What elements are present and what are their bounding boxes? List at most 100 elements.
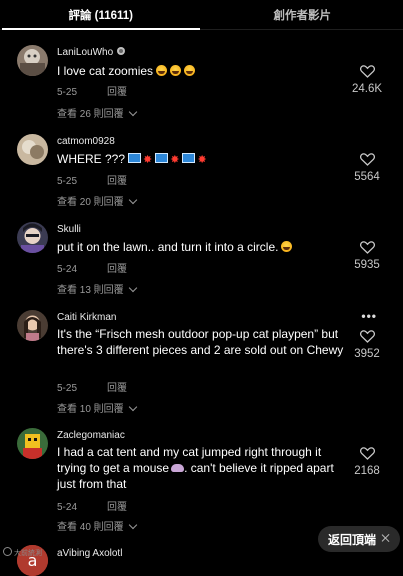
comment-date: 5-24 — [57, 502, 77, 513]
mouse-icon — [171, 464, 184, 472]
like-button[interactable]: 2168 — [347, 447, 387, 477]
avatar-image — [17, 45, 48, 76]
active-tab-indicator — [2, 28, 200, 30]
heart-icon — [360, 65, 375, 78]
comment-meta: 5-25 回覆 — [57, 172, 127, 187]
grinning-face-icon — [281, 241, 292, 252]
comment-username[interactable]: Zaclegomaniac — [57, 430, 125, 441]
like-button[interactable]: 24.6K — [347, 65, 387, 95]
username-text: Zaclegomaniac — [57, 430, 125, 441]
watermark: 大前統測 — [3, 547, 42, 558]
flag-icon — [182, 153, 195, 163]
like-button[interactable]: 5564 — [347, 153, 387, 183]
reply-button[interactable]: 回覆 — [107, 502, 127, 513]
comment-date: 5-25 — [57, 383, 77, 394]
view-replies-label: 查看 10 則回覆 — [57, 404, 124, 415]
view-replies-button[interactable]: 查看 20 則回覆 — [57, 193, 136, 208]
comment-text-body: WHERE ??? — [57, 152, 125, 166]
comment-date: 5-25 — [57, 176, 77, 187]
burst-icon: ✸ — [170, 152, 179, 168]
reply-button[interactable]: 回覆 — [107, 87, 127, 98]
comment-tabs: 評論 (11611) 創作者影片 — [0, 0, 403, 30]
like-count: 3952 — [347, 348, 387, 360]
view-replies-button[interactable]: 查看 26 則回覆 — [57, 105, 136, 120]
back-to-top-button[interactable]: 返回頂端 — [318, 526, 400, 552]
comment-meta: 5-25 回覆 — [57, 83, 127, 98]
tab-creator-videos[interactable]: 創作者影片 — [202, 0, 403, 29]
comment-meta: 5-25 回覆 — [57, 379, 127, 394]
like-count: 24.6K — [347, 83, 387, 95]
comment-username[interactable]: LaniLouWho — [57, 47, 125, 58]
watermark-text: 大前統測 — [14, 550, 42, 557]
comment-username[interactable]: Skulli — [57, 224, 81, 235]
burst-icon: ✸ — [197, 152, 206, 168]
view-replies-button[interactable]: 查看 10 則回覆 — [57, 400, 136, 415]
username-text: Caiti Kirkman — [57, 312, 116, 323]
tab-creator-videos-label: 創作者影片 — [274, 7, 332, 23]
flag-icon — [155, 153, 168, 163]
grinning-face-icon — [156, 65, 167, 76]
avatar-image — [17, 310, 48, 341]
username-text: aVibing Axolotl — [57, 548, 122, 559]
flag-icon — [128, 153, 141, 163]
view-replies-label: 查看 26 則回覆 — [57, 109, 124, 120]
comment-text-body: I love cat zoomies — [57, 64, 153, 78]
badge-icon — [117, 47, 125, 55]
more-options-icon[interactable]: ••• — [361, 309, 377, 323]
comment-meta: 5-24 回覆 — [57, 260, 127, 275]
heart-icon — [360, 330, 375, 343]
view-replies-label: 查看 13 則回覆 — [57, 285, 124, 296]
grinning-face-icon — [170, 65, 181, 76]
comment-text-body: It's the “Frisch mesh outdoor pop-up cat… — [57, 327, 343, 357]
grinning-face-icon — [184, 65, 195, 76]
close-icon[interactable] — [382, 534, 390, 542]
chevron-down-icon — [128, 284, 136, 292]
like-button[interactable]: 5935 — [347, 241, 387, 271]
comment-text: put it on the lawn.. and turn it into a … — [57, 239, 292, 255]
chevron-down-icon — [128, 196, 136, 204]
like-button[interactable]: 3952 — [347, 330, 387, 360]
burst-icon: ✸ — [143, 152, 152, 168]
like-count: 2168 — [347, 465, 387, 477]
like-count: 5564 — [347, 171, 387, 183]
back-to-top-label: 返回頂端 — [328, 531, 376, 548]
view-replies-label: 查看 20 則回覆 — [57, 197, 124, 208]
like-count: 5935 — [347, 259, 387, 271]
username-text: Skulli — [57, 224, 81, 235]
avatar[interactable] — [17, 428, 48, 459]
reply-button[interactable]: 回覆 — [107, 176, 127, 187]
tab-comments[interactable]: 評論 (11611) — [0, 0, 202, 29]
avatar-image — [17, 134, 48, 165]
reply-button[interactable]: 回覆 — [107, 264, 127, 275]
comment-date: 5-24 — [57, 264, 77, 275]
avatar[interactable] — [17, 134, 48, 165]
view-replies-button[interactable]: 查看 13 則回覆 — [57, 281, 136, 296]
reply-button[interactable]: 回覆 — [107, 383, 127, 394]
heart-icon — [360, 241, 375, 254]
comment-username[interactable]: aVibing Axolotl — [57, 548, 122, 559]
avatar-image — [17, 428, 48, 459]
avatar[interactable] — [17, 222, 48, 253]
username-text: LaniLouWho — [57, 47, 113, 58]
username-text: catmom0928 — [57, 136, 115, 147]
comment-meta: 5-24 回覆 — [57, 498, 127, 513]
tab-comments-label: 評論 (11611) — [68, 7, 133, 23]
comment-text: I love cat zoomies — [57, 63, 195, 79]
heart-icon — [360, 447, 375, 460]
avatar[interactable] — [17, 310, 48, 341]
comment-username[interactable]: Caiti Kirkman — [57, 312, 116, 323]
comment-text: I had a cat tent and my cat jumped right… — [57, 444, 349, 492]
comment-date: 5-25 — [57, 87, 77, 98]
comment-text-body: put it on the lawn.. and turn it into a … — [57, 240, 278, 254]
view-replies-label: 查看 40 則回覆 — [57, 522, 124, 533]
comment-text: WHERE ??? ✸ ✸ ✸ — [57, 151, 207, 168]
heart-icon — [360, 153, 375, 166]
comment-username[interactable]: catmom0928 — [57, 136, 115, 147]
avatar-image — [17, 222, 48, 253]
comment-text: It's the “Frisch mesh outdoor pop-up cat… — [57, 326, 349, 358]
avatar[interactable] — [17, 45, 48, 76]
view-replies-button[interactable]: 查看 40 則回覆 — [57, 518, 136, 533]
chevron-down-icon — [128, 403, 136, 411]
chevron-down-icon — [128, 108, 136, 116]
watermark-icon — [3, 547, 12, 556]
